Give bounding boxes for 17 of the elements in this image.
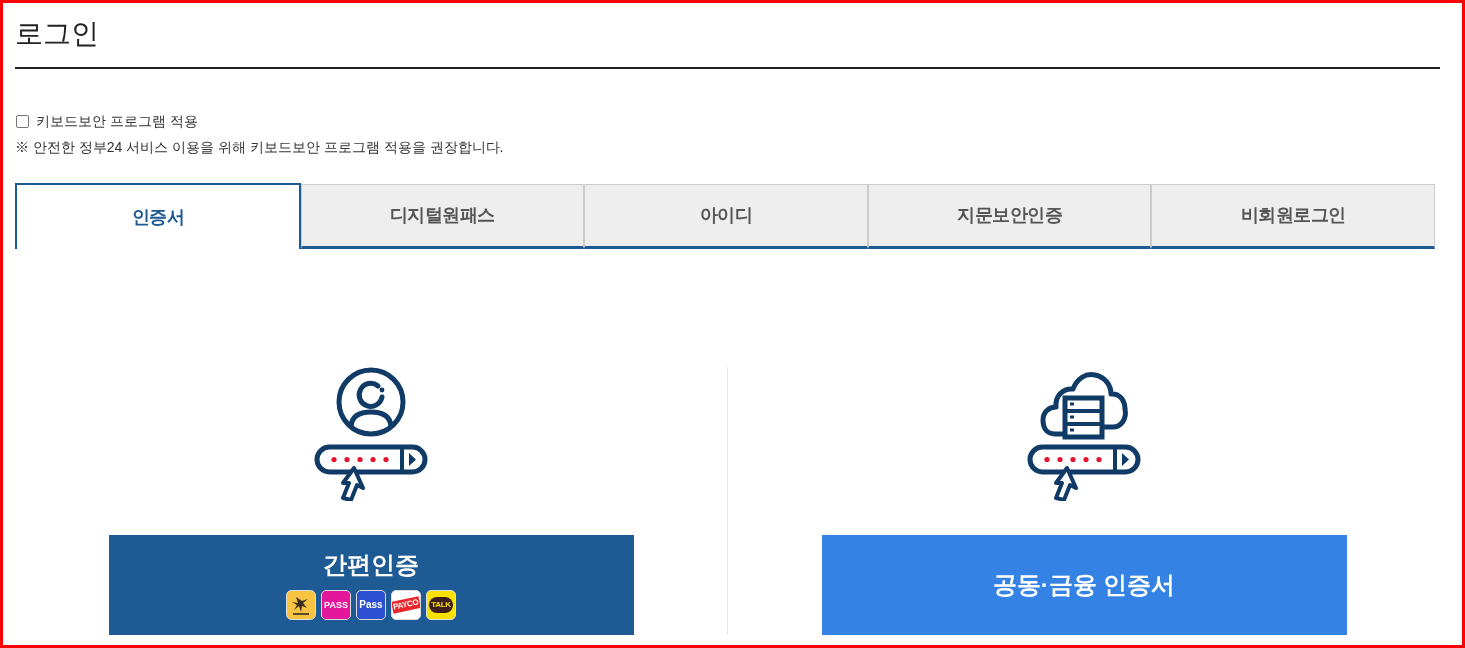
service-logo: PAYCO: [391, 590, 421, 620]
tab[interactable]: 아이디: [584, 184, 868, 249]
service-logo: Pass: [356, 590, 386, 620]
checkbox[interactable]: [16, 114, 29, 128]
chat-logo: TALK: [426, 590, 456, 620]
security-notice: ※ 안전한 정부24 서비스 이용을 위해 키보드보안 프로그램 적용을 권장합니다.: [15, 138, 505, 157]
tab[interactable]: 인증서: [15, 183, 301, 249]
avatar-password-icon: [314, 367, 428, 501]
tab[interactable]: 디지털원패스: [300, 184, 585, 249]
star-logo-icon: [286, 590, 316, 620]
certificate-button[interactable]: 공동·금융 인증서: [821, 535, 1347, 635]
tab[interactable]: 비회원로그인: [1151, 184, 1435, 249]
simple-auth-button[interactable]: 간편인증 PASS Pass PAYCO TALK: [108, 535, 634, 635]
checkbox-label: 키보드보안 프로그램 적용: [36, 112, 198, 131]
service-logo: PASS: [321, 590, 351, 620]
page-title: 로그인: [15, 17, 100, 51]
tab[interactable]: 지문보안인증: [867, 184, 1152, 249]
